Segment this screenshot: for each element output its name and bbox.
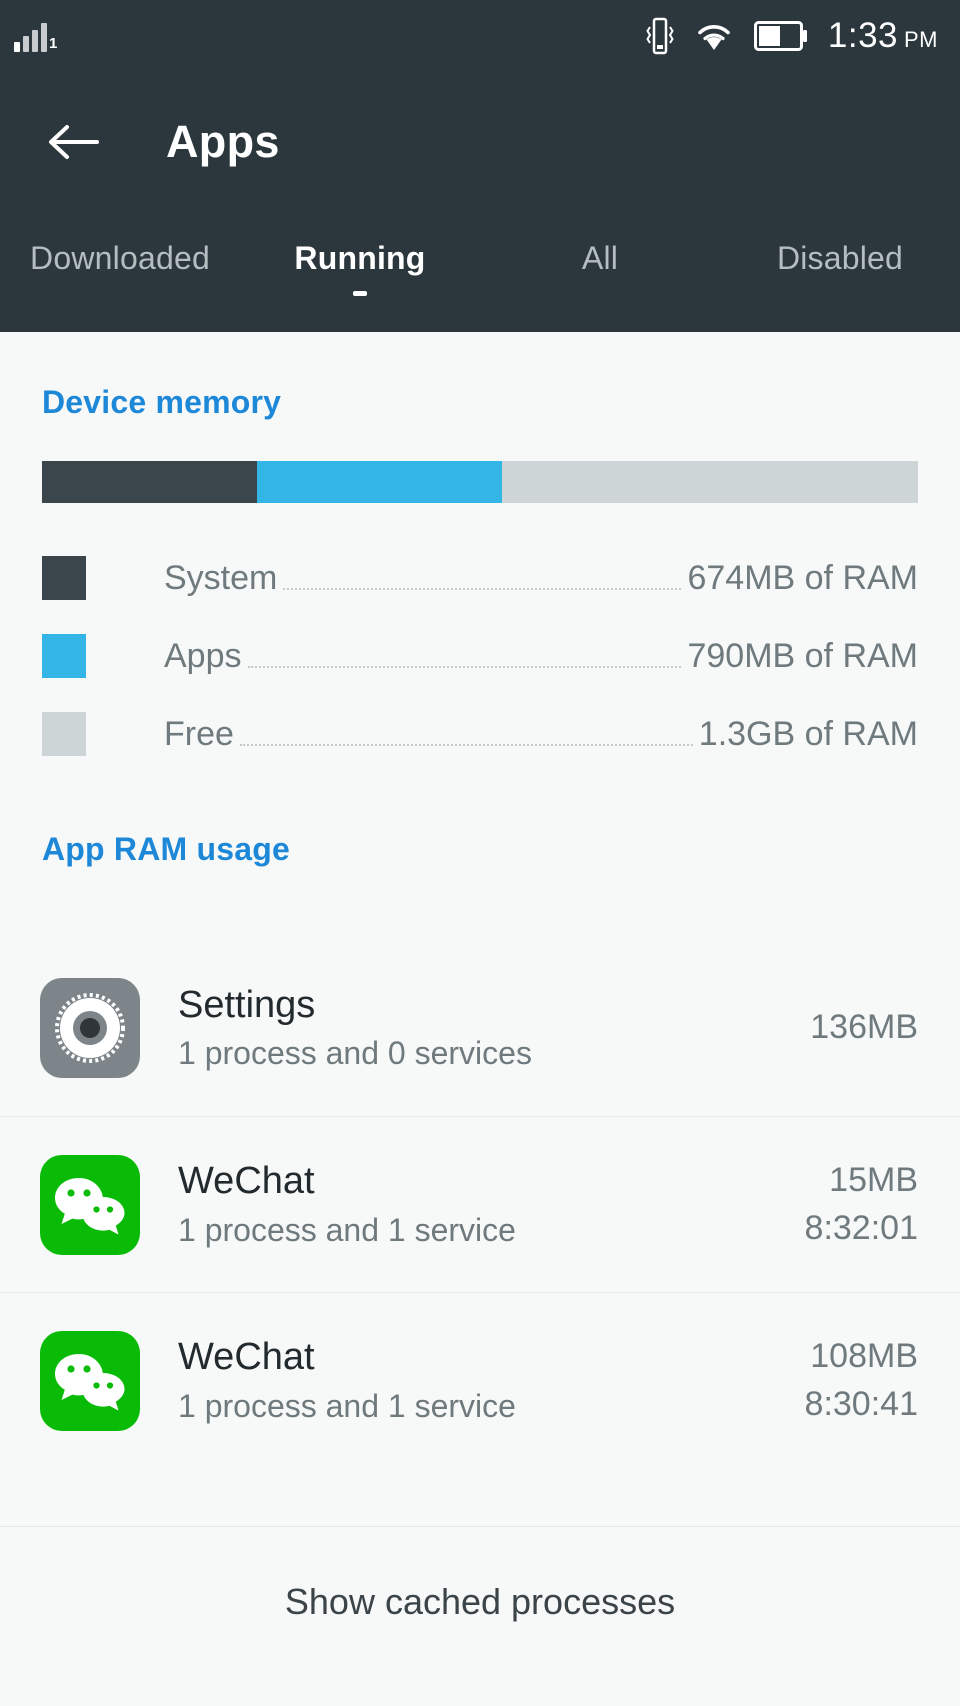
tab-downloaded[interactable]: Downloaded bbox=[0, 230, 240, 277]
legend-label-apps: Apps bbox=[164, 636, 242, 675]
tab-disabled-label: Disabled bbox=[776, 240, 904, 276]
battery-half-icon bbox=[753, 21, 808, 51]
settings-gear-icon bbox=[40, 978, 140, 1078]
tab-bar: Downloaded Running All Disabled bbox=[0, 212, 960, 332]
tab-all-label: All bbox=[581, 240, 619, 276]
legend-swatch-free bbox=[42, 712, 86, 756]
content-area: Device memory System 674MB of RAM Apps 7… bbox=[0, 332, 960, 1706]
tab-disabled[interactable]: Disabled bbox=[720, 230, 960, 277]
show-cached-processes-label: Show cached processes bbox=[284, 1581, 676, 1622]
legend-value-free: 1.3GB of RAM bbox=[698, 714, 918, 753]
wifi-icon bbox=[694, 20, 734, 52]
app-memory-value: 136MB bbox=[810, 1008, 918, 1047]
status-bar: 1 1:33 PM bbox=[0, 0, 960, 72]
legend-leader bbox=[247, 644, 682, 668]
tab-indicator bbox=[353, 291, 367, 296]
list-item-meta: 136MB bbox=[810, 1008, 918, 1047]
legend-leader bbox=[283, 566, 682, 590]
legend-row-system: System 674MB of RAM bbox=[42, 539, 918, 617]
legend-value-system: 674MB of RAM bbox=[687, 558, 918, 597]
app-name: WeChat bbox=[178, 1336, 315, 1379]
app-uptime-value: 8:30:41 bbox=[804, 1384, 918, 1423]
app-process-info: 1 process and 0 services bbox=[178, 1035, 532, 1072]
vibrate-icon bbox=[646, 16, 674, 56]
list-item-meta: 15MB 8:32:01 bbox=[805, 1161, 918, 1247]
list-item[interactable]: WeChat 1 process and 1 service 15MB 8:32… bbox=[0, 1116, 960, 1292]
device-memory-bar bbox=[42, 461, 918, 503]
memory-segment-system bbox=[42, 461, 257, 503]
clock-time: 1:33 bbox=[827, 16, 898, 55]
app-process-info: 1 process and 1 service bbox=[178, 1211, 516, 1248]
legend-label-system: System bbox=[164, 558, 278, 597]
legend-value-apps: 790MB of RAM bbox=[687, 636, 918, 675]
wechat-icon bbox=[40, 1330, 140, 1431]
memory-segment-apps bbox=[256, 461, 502, 503]
list-item-text: WeChat 1 process and 1 service bbox=[178, 1160, 789, 1248]
legend-label-free: Free bbox=[164, 714, 234, 753]
legend-swatch-apps bbox=[42, 634, 86, 678]
sim-index-label: 1 bbox=[49, 35, 58, 52]
list-item-text: WeChat 1 process and 1 service bbox=[178, 1336, 789, 1424]
legend-row-free: Free 1.3GB of RAM bbox=[42, 695, 918, 773]
tab-downloaded-label: Downloaded bbox=[30, 240, 210, 276]
app-memory-value: 15MB bbox=[829, 1161, 918, 1200]
list-item-meta: 108MB 8:30:41 bbox=[805, 1337, 918, 1423]
signal-bars-icon bbox=[14, 20, 47, 52]
app-process-info: 1 process and 1 service bbox=[178, 1387, 516, 1424]
legend-swatch-system bbox=[42, 556, 86, 600]
status-bar-right: 1:33 PM bbox=[646, 16, 938, 56]
app-ram-usage-list: Settings 1 process and 0 services 136MB bbox=[0, 940, 960, 1468]
app-bar: Apps bbox=[0, 72, 960, 212]
device-memory-legend: System 674MB of RAM Apps 790MB of RAM Fr… bbox=[0, 539, 960, 773]
device-memory-heading: Device memory bbox=[42, 384, 282, 420]
app-name: WeChat bbox=[178, 1160, 315, 1203]
status-bar-left: 1 bbox=[14, 20, 57, 52]
legend-row-apps: Apps 790MB of RAM bbox=[42, 617, 918, 695]
back-arrow-icon[interactable] bbox=[46, 115, 100, 169]
app-name: Settings bbox=[178, 983, 316, 1026]
app-memory-value: 108MB bbox=[810, 1337, 918, 1376]
tab-running-label: Running bbox=[294, 240, 426, 276]
tab-running[interactable]: Running bbox=[240, 230, 480, 296]
show-cached-processes-button[interactable]: Show cached processes bbox=[0, 1526, 960, 1677]
status-bar-clock: 1:33 PM bbox=[828, 16, 938, 56]
list-item-text: Settings 1 process and 0 services bbox=[178, 984, 794, 1072]
list-item[interactable]: WeChat 1 process and 1 service 108MB 8:3… bbox=[0, 1292, 960, 1468]
tab-all[interactable]: All bbox=[480, 230, 720, 277]
legend-leader bbox=[239, 722, 693, 746]
clock-ampm: PM bbox=[904, 27, 938, 52]
memory-segment-free bbox=[501, 461, 918, 503]
page-title: Apps bbox=[166, 116, 280, 167]
list-item[interactable]: Settings 1 process and 0 services 136MB bbox=[0, 940, 960, 1116]
app-uptime-value: 8:32:01 bbox=[804, 1208, 918, 1247]
wechat-icon bbox=[40, 1154, 140, 1255]
app-ram-usage-heading: App RAM usage bbox=[42, 831, 290, 867]
